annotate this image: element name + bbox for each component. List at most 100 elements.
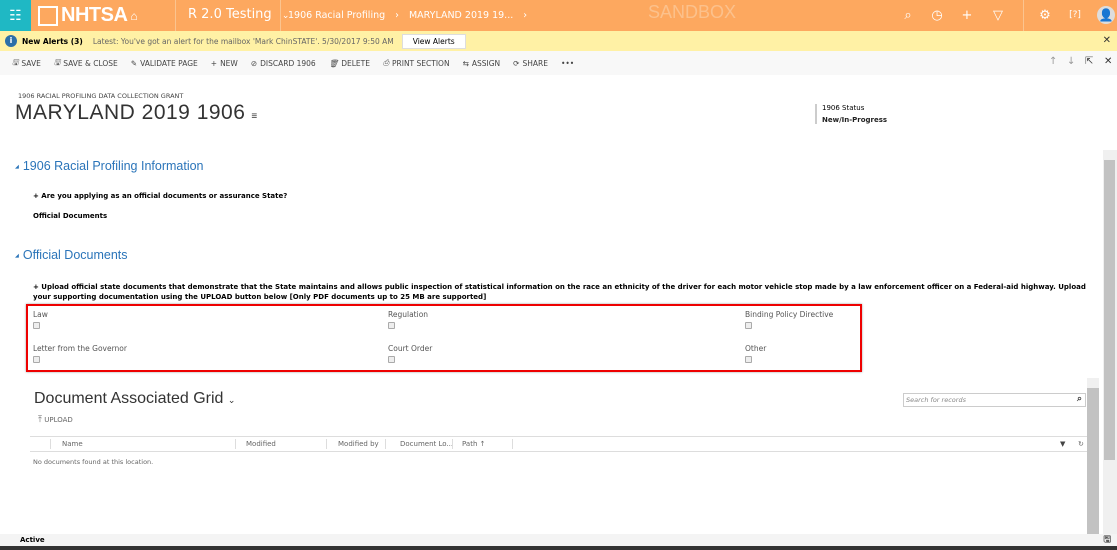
- section-official-documents-title[interactable]: Official Documents: [15, 248, 128, 262]
- refresh-icon[interactable]: ↻: [1078, 440, 1084, 448]
- label: Regulation: [388, 310, 429, 319]
- breadcrumb-record[interactable]: MARYLAND 2019 19...: [409, 10, 513, 21]
- discard-button[interactable]: ⊘ DISCARD 1906: [251, 59, 316, 68]
- home-icon[interactable]: ⌂: [130, 9, 137, 23]
- label: Other: [745, 344, 767, 353]
- app-launcher-icon[interactable]: ☷: [0, 0, 31, 31]
- column-name[interactable]: Name: [62, 440, 83, 448]
- upload-button[interactable]: ⤒ UPLOAD: [38, 415, 73, 425]
- trash-icon: 🗑: [328, 58, 339, 68]
- close-icon[interactable]: ✕: [1103, 35, 1111, 46]
- checkbox[interactable]: [388, 356, 395, 363]
- plus-icon: +: [210, 58, 218, 68]
- close-icon[interactable]: ✕: [1104, 56, 1112, 67]
- alert-title: New Alerts (3): [22, 36, 83, 46]
- print-section-button[interactable]: ⎙ PRINT SECTION: [383, 58, 450, 68]
- label: DELETE: [341, 58, 370, 68]
- popout-icon[interactable]: ⇱: [1085, 56, 1093, 67]
- breadcrumb-entity[interactable]: 1906 Racial Profiling: [288, 10, 385, 21]
- filter-icon[interactable]: ▼: [1060, 440, 1065, 448]
- help-icon[interactable]: [?]: [1066, 10, 1084, 20]
- gear-icon[interactable]: ⚙: [1036, 8, 1054, 23]
- grid-scrollbar[interactable]: [1087, 378, 1099, 534]
- info-icon: i: [5, 35, 17, 47]
- checkbox-law[interactable]: Law: [33, 310, 48, 329]
- checkbox-binding-policy-directive[interactable]: Binding Policy Directive: [745, 310, 833, 329]
- search-records-input[interactable]: Search for records ⌕: [903, 393, 1086, 407]
- environment-label: R 2.0 Testing: [188, 7, 272, 22]
- delete-button[interactable]: 🗑 DELETE: [329, 59, 370, 68]
- top-nav-bar: ☷ NHTSA ⌂ R 2.0 Testing ⌄ 1906 Racial Pro…: [0, 0, 1117, 31]
- checkbox[interactable]: [33, 356, 40, 363]
- checkbox-other[interactable]: Other: [745, 344, 766, 363]
- divider: [1023, 0, 1024, 31]
- label: NEW: [220, 58, 238, 68]
- plus-icon[interactable]: +: [958, 8, 976, 23]
- column-path[interactable]: Path ↑: [462, 440, 485, 448]
- share-icon: ⟳: [513, 58, 520, 68]
- answer-value[interactable]: Official Documents: [33, 212, 107, 220]
- search-icon[interactable]: ⌕: [899, 8, 917, 23]
- checkbox[interactable]: [33, 322, 40, 329]
- checkbox-regulation[interactable]: Regulation: [388, 310, 428, 329]
- page-scrollbar[interactable]: [1103, 150, 1117, 534]
- chevron-down-icon[interactable]: ⌄: [228, 395, 236, 405]
- nhtsa-logo[interactable]: NHTSA ⌂: [38, 4, 138, 27]
- label: ASSIGN: [471, 58, 501, 68]
- label: SAVE: [21, 58, 41, 68]
- history-icon[interactable]: ◷: [928, 8, 946, 23]
- checkbox[interactable]: [388, 322, 395, 329]
- validate-icon: ✎: [130, 58, 138, 68]
- label: SAVE & CLOSE: [63, 58, 118, 68]
- new-button[interactable]: + NEW: [211, 59, 238, 68]
- form-menu-icon[interactable]: ≡: [251, 111, 257, 122]
- label: Letter from the Governor: [33, 344, 127, 353]
- view-alerts-button[interactable]: View Alerts: [401, 33, 466, 49]
- share-button[interactable]: ⟳ SHARE: [513, 59, 548, 68]
- grid-empty-message: No documents found at this location.: [33, 458, 154, 466]
- arrow-up-icon[interactable]: ↑: [1049, 56, 1057, 67]
- chevron-right-icon[interactable]: ›: [523, 10, 527, 21]
- validate-page-button[interactable]: ✎ VALIDATE PAGE: [131, 59, 198, 68]
- grid-title-text: Document Associated Grid: [34, 390, 224, 407]
- scrollbar-thumb[interactable]: [1104, 160, 1115, 460]
- assign-icon: ⇆: [462, 58, 469, 68]
- assign-button[interactable]: ⇆ ASSIGN: [463, 59, 501, 68]
- divider: [175, 0, 176, 31]
- grid-title[interactable]: Document Associated Grid ⌄: [34, 390, 235, 408]
- arrow-down-icon[interactable]: ↓: [1067, 56, 1075, 67]
- save-icon: 🖫: [12, 57, 19, 67]
- upload-instruction: + Upload official state documents that d…: [33, 283, 1086, 301]
- discard-icon: ⊘: [250, 58, 258, 68]
- upload-label: UPLOAD: [44, 416, 73, 424]
- save-close-button[interactable]: 🖫 SAVE & CLOSE: [54, 57, 118, 70]
- column-modified-by[interactable]: Modified by: [338, 440, 379, 448]
- checkbox[interactable]: [745, 322, 752, 329]
- status-bar: Active 🖫: [0, 534, 1117, 546]
- command-bar: 🖫 SAVE 🖫 SAVE & CLOSE ✎ VALIDATE PAGE + NEW …: [0, 51, 1117, 75]
- section-racial-profiling-title[interactable]: 1906 Racial Profiling Information: [15, 159, 204, 173]
- label: Law: [33, 310, 48, 319]
- more-button[interactable]: •••: [561, 59, 574, 68]
- label: Binding Policy Directive: [745, 310, 834, 319]
- search-icon[interactable]: ⌕: [1077, 394, 1082, 404]
- status-value: New/In-Progress: [822, 116, 888, 124]
- user-avatar[interactable]: 👤: [1097, 6, 1115, 24]
- filter-icon[interactable]: ▽: [989, 8, 1007, 23]
- label: DISCARD 1906: [260, 58, 316, 68]
- environment-selector[interactable]: R 2.0 Testing ⌄: [188, 7, 289, 22]
- scrollbar-thumb[interactable]: [1087, 388, 1099, 534]
- grid-header: Name Modified Modified by Document Lo...…: [30, 436, 1087, 452]
- divider: [280, 0, 281, 31]
- chevron-right-icon: ›: [395, 10, 399, 21]
- save-button[interactable]: 🖫 SAVE: [12, 57, 41, 70]
- checkbox-letter-from-governor[interactable]: Letter from the Governor: [33, 344, 127, 363]
- record-status: Active: [20, 536, 45, 544]
- checkbox[interactable]: [745, 356, 752, 363]
- column-modified[interactable]: Modified: [246, 440, 276, 448]
- save-icon[interactable]: 🖫: [1103, 534, 1111, 546]
- checkbox-court-order[interactable]: Court Order: [388, 344, 432, 363]
- page-title: MARYLAND 2019 1906 ≡: [15, 101, 258, 125]
- column-document-location[interactable]: Document Lo...: [400, 440, 453, 448]
- question-label: + Are you applying as an official docume…: [33, 192, 288, 200]
